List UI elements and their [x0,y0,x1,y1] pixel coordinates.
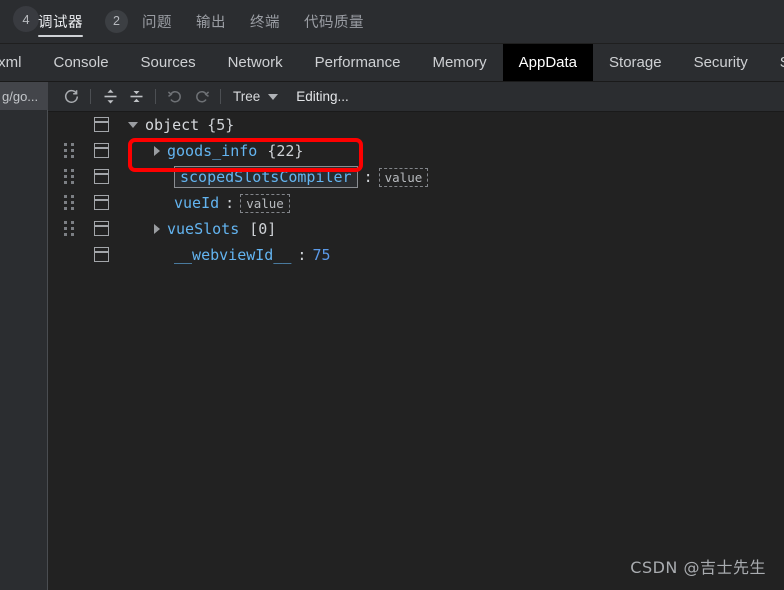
tree-value[interactable]: 75 [312,246,330,264]
devtools-tab-console-label: Console [53,54,109,71]
toolwindow-tab-debugger[interactable]: 调试器 [26,0,95,43]
tree-key: object [145,116,200,134]
tree-row[interactable]: __webviewId__ : 75 [48,242,784,268]
tree-key: vueId [174,194,220,212]
tree-row[interactable]: vueId : value [48,190,784,216]
tree-row[interactable]: vueSlots [0] [48,216,784,242]
devtools-tab-sources-label: Sources [140,54,196,71]
editing-status-label: Editing... [296,89,349,104]
undo-icon [167,91,181,103]
tree-value-placeholder[interactable]: value [240,193,290,213]
tree-row-content: scopedSlotsCompiler : value [174,164,429,190]
devtools-tab-performance[interactable]: Performance [299,44,417,81]
toolwindow-tab-terminal[interactable]: 终端 [238,0,292,43]
tree-row[interactable]: object {5} [48,112,784,138]
key-value-colon: : [363,168,373,186]
drag-handle-icon[interactable] [64,221,76,237]
chevron-down-icon[interactable] [128,122,138,128]
panel-icon [94,169,109,184]
toolwindow-tab-output-label: 输出 [196,14,226,31]
refresh-icon [64,89,78,103]
devtools-tab-appdata[interactable]: AppData [502,44,594,81]
devtools-tab-performance-label: Performance [314,54,401,71]
panel-icon [94,195,109,210]
toolwindow-tab-debugger-group[interactable]: 调试器 2 [26,0,130,43]
toolwindow-tab-terminal-label: 终端 [250,14,280,31]
chevron-down-icon[interactable] [268,93,279,100]
devtools-tab-xml-label: /xml [0,54,22,71]
undo-button[interactable] [162,86,188,108]
devtools-appdata-screen: 4 调试器 2 问题 输出 终端 代码质量 /xml Console Sou [0,0,784,590]
chevron-right-icon[interactable] [154,146,160,156]
collapse-all-button[interactable] [123,86,149,108]
drag-handle-icon[interactable] [64,143,76,159]
drag-handle-icon[interactable] [64,169,76,185]
expand-all-icon [104,89,116,104]
devtools-tab-network-label: Network [227,54,283,71]
tree-count-badge: [0] [249,220,277,238]
tree-value-placeholder[interactable]: value [378,167,429,187]
tree-row-content: vueId : value [174,190,290,216]
tree-key: goods_info [167,142,258,160]
devtools-tab-sensors[interactable]: Se [764,44,784,81]
collapse-all-icon [130,91,142,102]
drag-handle-icon[interactable] [64,195,76,211]
panel-icon [94,221,109,236]
toolwindow-tab-code-quality[interactable]: 代码质量 [292,0,376,43]
devtools-tab-xml[interactable]: /xml [0,44,38,81]
panel-icon [94,247,109,262]
devtools-tab-memory-label: Memory [432,54,487,71]
toolwindow-tab-problems[interactable]: 问题 [130,0,184,43]
panel-icon [94,117,109,132]
tree-row-content: __webviewId__ : 75 [174,242,331,268]
appdata-tree-panel: object {5} goods_info {22} scopedSlotsCo… [48,112,784,590]
devtools-tab-memory[interactable]: Memory [416,44,502,81]
panel-icon [94,143,109,158]
devtools-tab-storage[interactable]: Storage [593,44,678,81]
tree-key: vueSlots [167,220,240,238]
toolwindow-tab-bar: 4 调试器 2 问题 输出 终端 代码质量 [0,0,784,44]
tree-count-badge: {22} [267,142,304,160]
toolwindow-tab-code-quality-label: 代码质量 [304,14,364,31]
expand-all-button[interactable] [97,86,123,108]
gutter-file-tab[interactable]: g/go... [0,82,48,110]
gutter-file-label: g/go... [2,88,39,104]
toolwindow-tab-debugger-label: 调试器 [38,14,83,31]
toolwindow-tab-debugger-count: 2 [105,9,128,33]
key-value-colon: : [225,194,235,212]
clipped-left-badge: 4 [0,0,39,43]
key-value-colon: : [297,246,307,264]
tree-row-content: goods_info {22} [154,138,303,164]
devtools-tab-bar: /xml Console Sources Network Performance… [0,44,784,82]
toolwindow-tab-output[interactable]: 输出 [184,0,238,43]
left-gutter-panel: g/go... [0,82,48,590]
devtools-tab-sources[interactable]: Sources [125,44,212,81]
tree-key-editor[interactable]: scopedSlotsCompiler [174,166,358,188]
chevron-right-icon[interactable] [154,224,160,234]
redo-icon [195,91,209,103]
tree-row-content: object {5} [128,112,234,138]
devtools-tab-appdata-label: AppData [518,54,578,71]
devtools-tab-sensors-label: Se [780,54,784,71]
tree-key: __webviewId__ [174,246,292,264]
toolbar-separator-2 [155,89,156,104]
watermark: CSDN @吉士先生 [630,558,766,577]
tree-row-content: vueSlots [0] [154,216,276,242]
devtools-tab-storage-label: Storage [609,54,662,71]
tree-count-badge: {5} [207,116,235,134]
refresh-button[interactable] [58,86,84,108]
toolbar-separator-3 [220,89,221,104]
devtools-tab-console[interactable]: Console [38,44,125,81]
toolwindow-tab-problems-label: 问题 [142,14,172,31]
toolbar-separator-1 [90,89,91,104]
tree-row[interactable]: goods_info {22} [48,138,784,164]
devtools-tab-security-label: Security [693,54,748,71]
redo-button[interactable] [188,86,214,108]
view-mode-label[interactable]: Tree [233,89,260,104]
tree-row[interactable]: scopedSlotsCompiler : value [48,164,784,190]
devtools-tab-security[interactable]: Security [678,44,764,81]
devtools-toolbar: Tree Editing... [48,82,784,112]
devtools-tab-network[interactable]: Network [212,44,299,81]
